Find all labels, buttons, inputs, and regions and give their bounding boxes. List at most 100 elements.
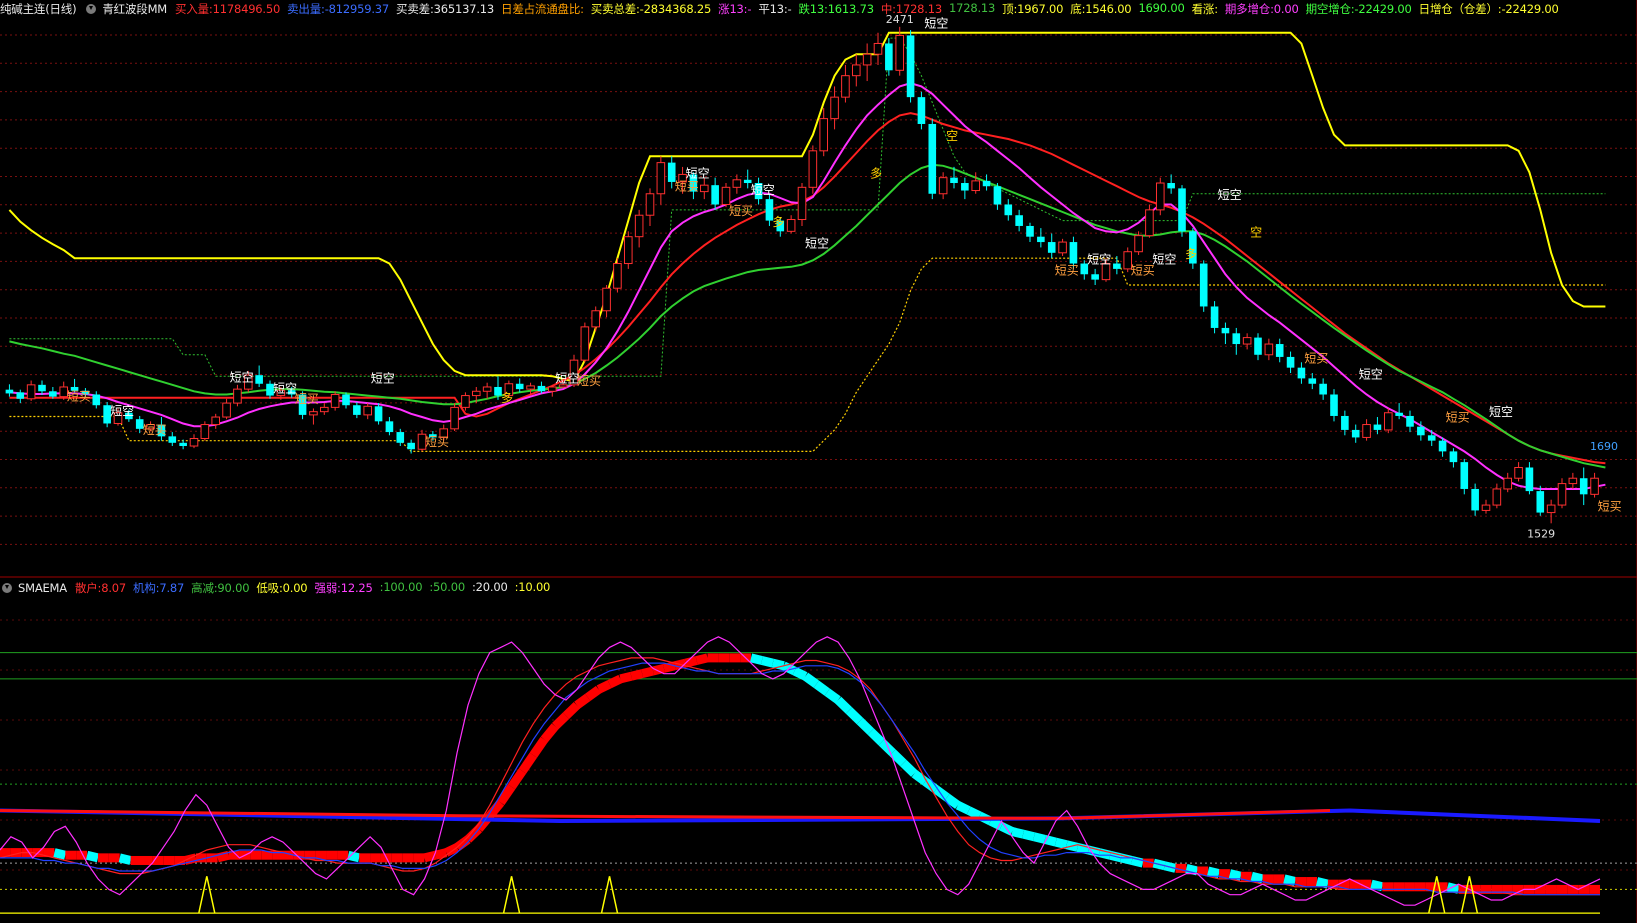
candle xyxy=(1406,415,1414,427)
candle xyxy=(1275,344,1284,357)
signal-label: 短空 xyxy=(1489,405,1513,419)
candle xyxy=(1481,504,1491,511)
trend-band-segment xyxy=(529,736,548,758)
trend-band-segment xyxy=(574,693,591,709)
signal-label: 短空 xyxy=(686,167,710,181)
trend-band-segment xyxy=(1315,877,1329,889)
candle xyxy=(396,432,405,443)
signal-label: 多 xyxy=(501,391,513,405)
signal-label: 短空 xyxy=(924,16,948,30)
candle xyxy=(471,390,481,397)
trend-band-segment xyxy=(824,688,841,704)
trend-band-segment xyxy=(118,853,132,865)
candle xyxy=(1232,333,1241,345)
candle xyxy=(1557,483,1567,506)
trend-band-segment xyxy=(760,656,774,668)
candle xyxy=(1438,440,1447,452)
trend-band-segment xyxy=(641,666,655,679)
trend-band-segment xyxy=(1250,871,1264,884)
trend-band-segment xyxy=(619,671,633,684)
candle xyxy=(1427,435,1436,441)
trend-band-segment xyxy=(900,759,918,777)
candle xyxy=(92,394,101,406)
candle xyxy=(255,375,263,384)
trend-band-segment xyxy=(856,717,874,735)
candle xyxy=(1199,263,1208,307)
candle xyxy=(1037,236,1045,243)
candle xyxy=(1242,337,1252,345)
candle xyxy=(1047,242,1056,253)
signal-label: 短空 xyxy=(110,404,134,418)
candle xyxy=(26,384,36,400)
low-price-label: 1529 xyxy=(1527,527,1555,540)
candle xyxy=(1210,306,1219,328)
trend-band-segment xyxy=(551,712,570,730)
candle xyxy=(1264,343,1274,356)
candle xyxy=(862,53,872,66)
candle xyxy=(330,393,340,408)
candle xyxy=(906,35,915,98)
candle xyxy=(461,395,470,408)
candle xyxy=(1417,426,1425,436)
candle xyxy=(342,394,350,406)
signal-label: 短空 xyxy=(555,372,579,386)
signal-label: 短买 xyxy=(67,389,91,403)
candle xyxy=(1373,424,1382,430)
candle xyxy=(547,386,557,392)
candle xyxy=(1297,367,1306,379)
candle xyxy=(1579,478,1588,495)
trend-band-segment xyxy=(1130,856,1144,868)
trend-band-segment xyxy=(1185,864,1199,876)
candle xyxy=(407,442,415,450)
trend-band-segment xyxy=(596,680,612,694)
signal-label: 空 xyxy=(946,129,958,143)
trend-band-segment xyxy=(834,696,853,714)
candle xyxy=(1330,394,1338,416)
candle xyxy=(1319,383,1327,395)
candle xyxy=(1514,466,1523,479)
trend-band-segment xyxy=(562,702,580,720)
candle xyxy=(5,389,14,394)
candle xyxy=(233,388,242,404)
low-buy-spike xyxy=(1460,876,1479,914)
candle xyxy=(1004,204,1013,216)
candle xyxy=(363,405,373,416)
candle xyxy=(1568,477,1578,485)
candle xyxy=(873,42,883,55)
signal-label: 短买 xyxy=(1131,263,1155,277)
trend-band-segment xyxy=(630,669,644,681)
candle xyxy=(38,384,46,392)
candle xyxy=(711,185,719,205)
signal-label: 短空 xyxy=(230,371,254,385)
trend-band-segment xyxy=(695,653,709,665)
trend-band-segment xyxy=(1370,879,1384,892)
candlestick-chart[interactable]: 247115291690短买短空短买短空短空短买短空短买多短空短买短买短空短买短… xyxy=(0,0,1637,923)
candle xyxy=(885,43,893,71)
candle xyxy=(961,183,969,191)
signal-label: 短买 xyxy=(729,204,753,218)
candle xyxy=(580,326,590,361)
signal-label: 短空 xyxy=(371,372,395,386)
signal-label: 短买 xyxy=(675,180,699,194)
candle xyxy=(971,180,981,192)
low-buy-spike xyxy=(600,876,619,914)
candle xyxy=(353,405,361,415)
line-red_ma xyxy=(9,112,1606,465)
signal-label: 短买 xyxy=(143,423,167,437)
low-buy-spike xyxy=(198,876,216,914)
candle xyxy=(1178,188,1186,232)
trend-band-segment xyxy=(585,685,602,701)
last-level-label: 1690 xyxy=(1590,440,1618,453)
candle xyxy=(1395,412,1403,416)
candle xyxy=(830,96,839,120)
signal-label: 短买 xyxy=(1598,499,1622,513)
trend-band-segment xyxy=(1283,874,1297,886)
signal-label: 多 xyxy=(870,167,882,181)
candle xyxy=(374,406,383,422)
candle xyxy=(1525,467,1534,492)
candle xyxy=(1286,356,1295,368)
candle xyxy=(319,406,329,413)
trend-band-segment xyxy=(540,723,559,743)
signal-label: 短买 xyxy=(295,392,319,406)
candle xyxy=(526,385,535,390)
